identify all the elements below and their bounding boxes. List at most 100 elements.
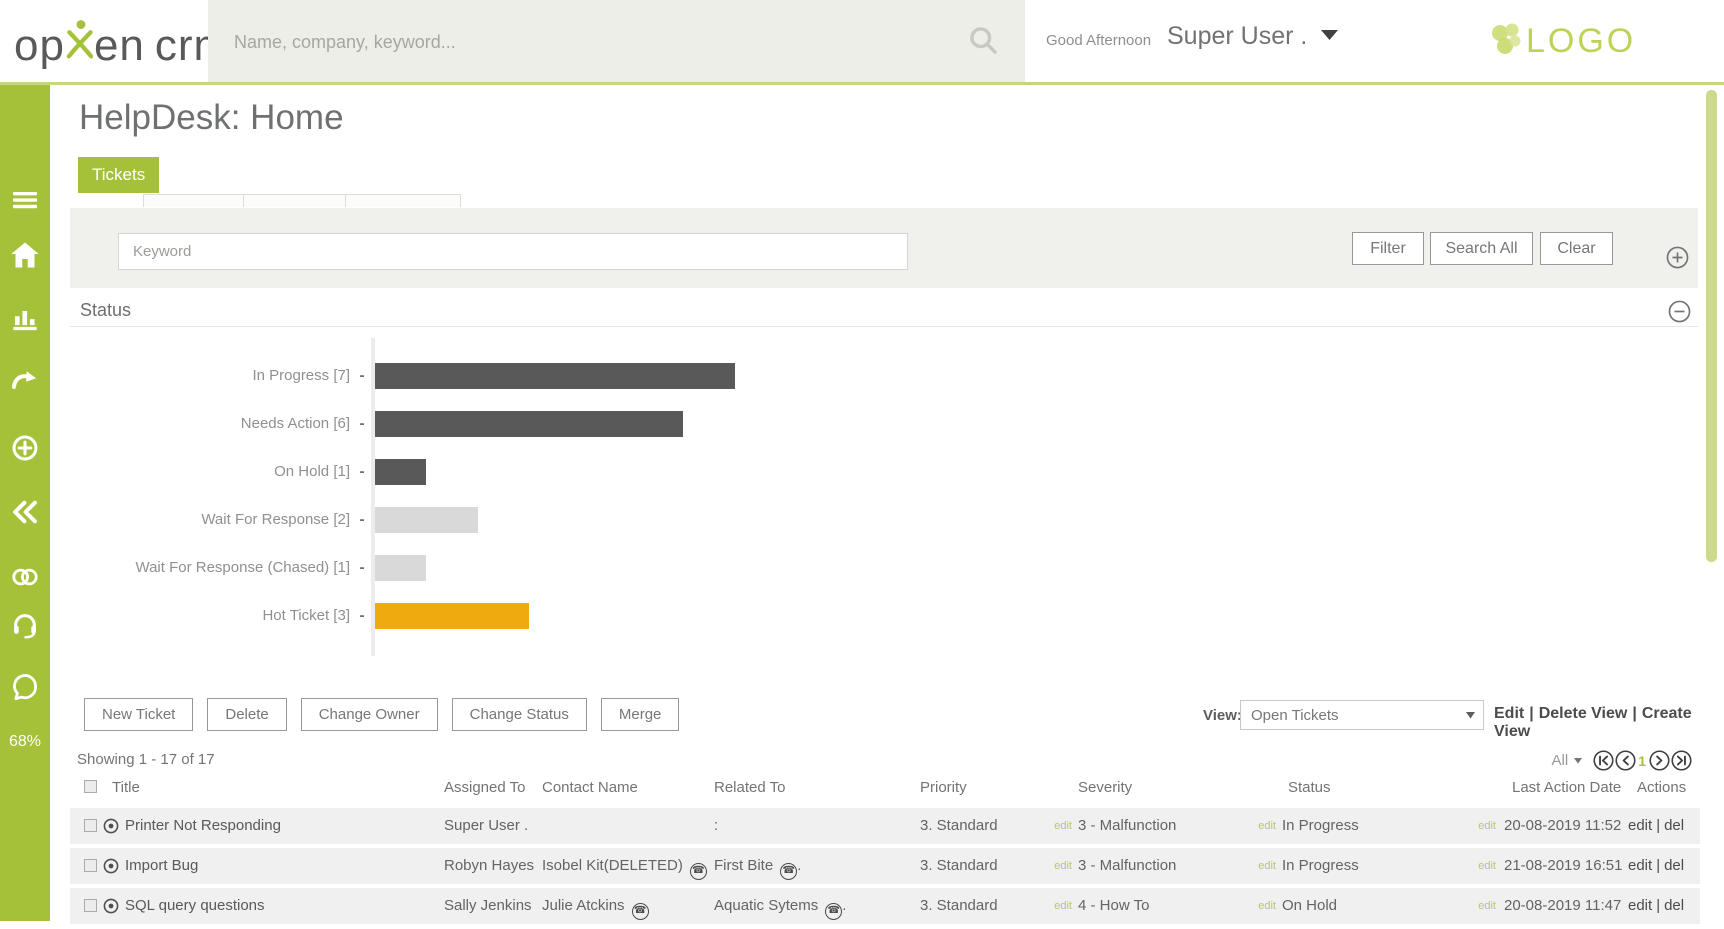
row-delete-link[interactable]: del (1664, 897, 1684, 914)
ticket-title[interactable]: SQL query questions (125, 888, 265, 924)
person-x-icon (66, 18, 93, 72)
sidebar-item-bar-chart[interactable] (0, 298, 50, 338)
phone-icon[interactable]: ☎ (632, 903, 649, 920)
chart-bar-1[interactable] (375, 363, 735, 389)
assigned-to: Super User . (444, 808, 528, 844)
sidebar-item-plus-circle[interactable] (0, 428, 50, 468)
status: On Hold (1282, 888, 1337, 924)
ticket-title[interactable]: Import Bug (125, 848, 198, 884)
logo-text-op: op (14, 20, 65, 72)
user-menu[interactable]: Super User . (1167, 22, 1338, 51)
vertical-scrollbar-thumb[interactable] (1706, 90, 1717, 562)
inline-edit-link[interactable]: edit (1054, 888, 1072, 924)
chart-category-label: Hot Ticket [3] (50, 603, 350, 629)
ticket-actions-bar: New Ticket Delete Change Owner Change Statu… (84, 698, 679, 731)
page-title: HelpDesk: Home (79, 98, 344, 138)
next-page-icon[interactable] (1649, 750, 1670, 771)
inline-edit-link[interactable]: edit (1478, 808, 1496, 844)
view-link-delete-view[interactable]: Delete View (1539, 705, 1628, 722)
first-page-icon[interactable] (1593, 750, 1614, 771)
row-edit-link[interactable]: edit (1628, 897, 1652, 914)
curved-arrow-icon (11, 368, 39, 392)
select-all-checkbox[interactable] (84, 780, 97, 793)
sidebar-item-curved-arrow[interactable] (0, 360, 50, 400)
phone-icon[interactable]: ☎ (780, 863, 797, 880)
row-actions: edit|del (1628, 808, 1684, 844)
opencrm-logo[interactable]: op en crm (14, 14, 231, 72)
filter-button-filter[interactable]: Filter (1352, 232, 1424, 265)
inline-edit-link[interactable]: edit (1054, 848, 1072, 884)
caret-down-icon (1321, 28, 1338, 46)
sidebar-item-headset[interactable] (0, 605, 50, 645)
column-header-status: Status (1288, 779, 1331, 797)
global-search-input[interactable] (232, 0, 956, 84)
tab-stub-1[interactable] (143, 194, 244, 207)
inline-edit-link[interactable]: edit (1478, 848, 1496, 884)
chart-tick: - (356, 555, 368, 581)
table-row: SQL query questionsSally JenkinsJulie At… (70, 888, 1700, 924)
priority: 3. Standard (920, 808, 998, 844)
inline-edit-link[interactable]: edit (1258, 848, 1276, 884)
sidebar-item-overlapping-circles[interactable] (0, 557, 50, 597)
preview-icon[interactable] (103, 818, 119, 834)
chart-bar-6[interactable] (375, 603, 529, 629)
last-action-date: 20-08-2019 11:52 (1504, 808, 1621, 844)
last-page-icon[interactable] (1671, 750, 1692, 771)
opencrm-helpdesk-page: op en crm Good Afternoon Super User . LO… (0, 0, 1724, 921)
chart-bar-4[interactable] (375, 507, 478, 533)
row-edit-link[interactable]: edit (1628, 817, 1652, 834)
search-icon[interactable] (967, 24, 999, 61)
filter-button-clear[interactable]: Clear (1540, 232, 1613, 265)
action-button-new-ticket[interactable]: New Ticket (84, 698, 193, 731)
row-delete-link[interactable]: del (1664, 817, 1684, 834)
chart-bar-5[interactable] (375, 555, 426, 581)
sidebar-item-home[interactable] (0, 235, 50, 275)
inline-edit-link[interactable]: edit (1054, 808, 1072, 844)
view-link-edit[interactable]: Edit (1494, 705, 1524, 722)
view-selected-value: Open Tickets (1241, 707, 1466, 724)
phone-icon[interactable]: ☎ (690, 863, 707, 880)
plus-circle-outline-icon[interactable] (1666, 246, 1689, 269)
action-button-change-owner[interactable]: Change Owner (301, 698, 438, 731)
action-button-merge[interactable]: Merge (601, 698, 680, 731)
row-checkbox[interactable] (84, 819, 97, 832)
row-checkbox[interactable] (84, 899, 97, 912)
preview-icon[interactable] (103, 898, 119, 914)
action-button-delete[interactable]: Delete (207, 698, 286, 731)
page-size-dropdown[interactable]: All (1552, 752, 1583, 769)
global-search (208, 0, 1025, 82)
row-actions: edit|del (1628, 848, 1684, 884)
sidebar-item-double-chevron-left[interactable] (0, 492, 50, 532)
phone-icon[interactable]: ☎ (825, 903, 842, 920)
row-delete-link[interactable]: del (1664, 857, 1684, 874)
severity: 3 - Malfunction (1078, 848, 1176, 884)
inline-edit-link[interactable]: edit (1258, 888, 1276, 924)
chat-bubble-icon (11, 673, 39, 701)
chart-bar-2[interactable] (375, 411, 683, 437)
tab-stub-2[interactable] (243, 194, 346, 207)
sidebar-item-chat-bubble[interactable] (0, 667, 50, 707)
chart-bar-3[interactable] (375, 459, 426, 485)
customer-brand-logo: LOGO (1488, 20, 1636, 63)
sidebar-item-menu[interactable] (0, 180, 50, 220)
ticket-title[interactable]: Printer Not Responding (125, 808, 281, 844)
row-checkbox[interactable] (84, 859, 97, 872)
filter-button-search-all[interactable]: Search All (1430, 232, 1533, 265)
prev-page-icon[interactable] (1615, 750, 1636, 771)
view-select[interactable]: Open Tickets (1240, 700, 1484, 730)
preview-icon[interactable] (103, 858, 119, 874)
minus-circle-outline-icon[interactable] (1668, 300, 1691, 323)
related-to: : (714, 808, 718, 844)
row-edit-link[interactable]: edit (1628, 857, 1652, 874)
view-links: Edit|Delete View|Create View (1494, 705, 1724, 741)
tab-stub-3[interactable] (345, 194, 461, 207)
tab-tickets[interactable]: Tickets (78, 157, 159, 193)
status: In Progress (1282, 848, 1359, 884)
column-header-severity: Severity (1078, 779, 1132, 797)
plus-circle-icon (11, 434, 39, 462)
zoom-level[interactable]: 68% (0, 733, 50, 751)
action-button-change-status[interactable]: Change Status (452, 698, 587, 731)
keyword-input[interactable] (118, 233, 908, 270)
inline-edit-link[interactable]: edit (1258, 808, 1276, 844)
inline-edit-link[interactable]: edit (1478, 888, 1496, 924)
